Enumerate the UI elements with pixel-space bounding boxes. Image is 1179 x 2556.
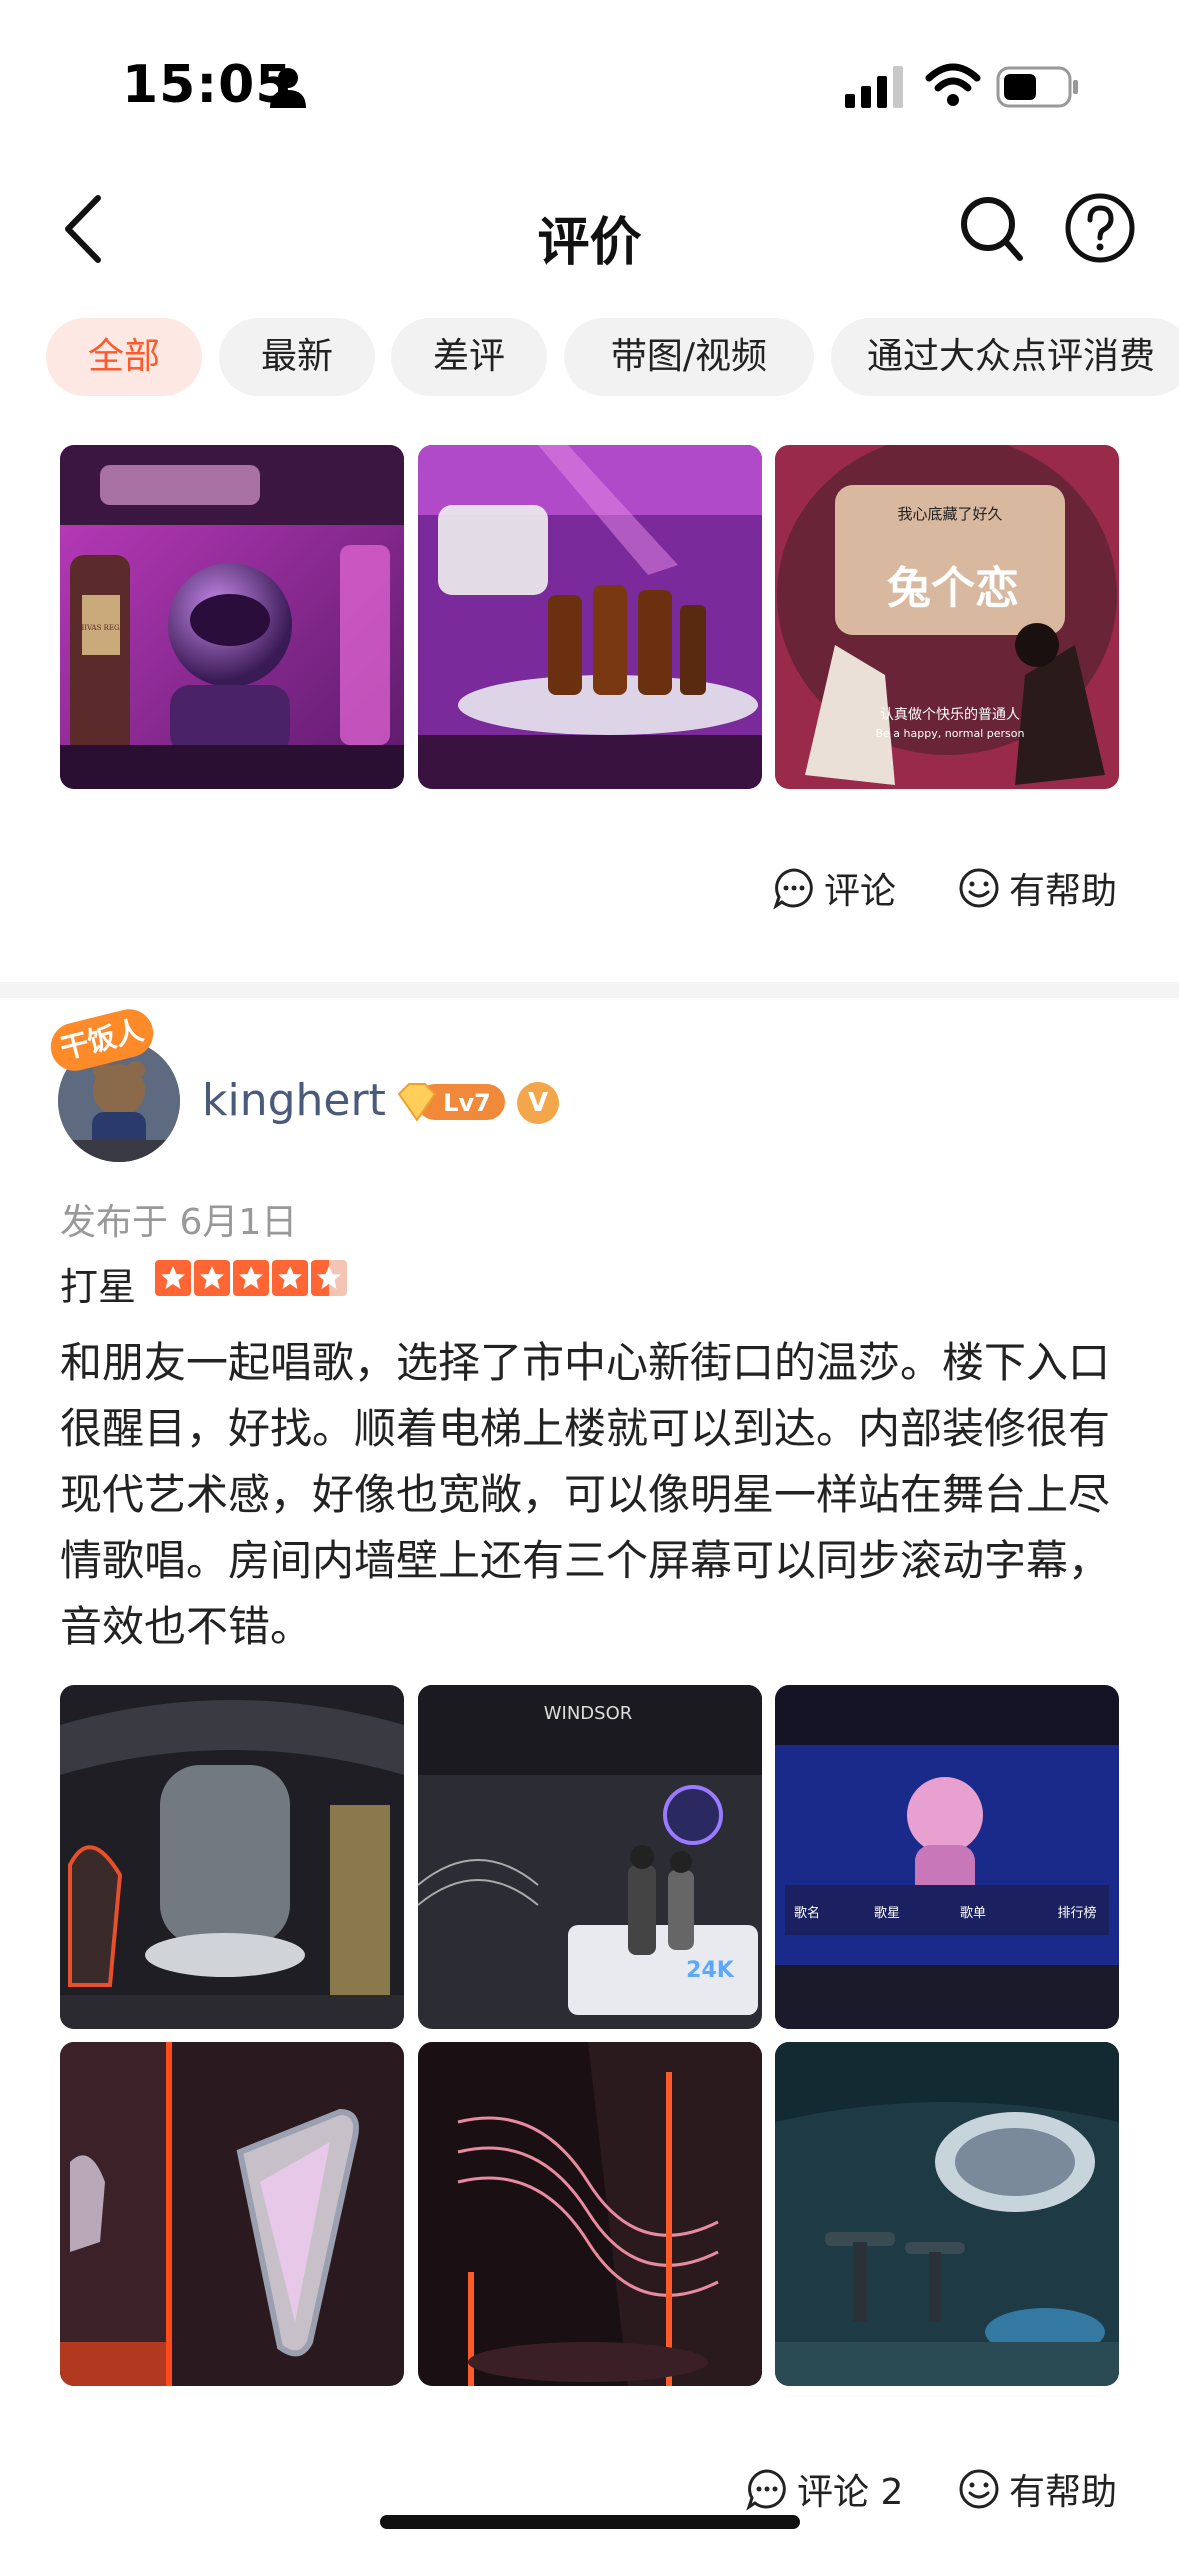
review-photo[interactable]: 歌名 歌星 歌单 排行榜 [775,1685,1119,2029]
star-icon [233,1260,269,1296]
venue-brand: WINDSOR [544,1703,633,1724]
filter-chip-negative[interactable]: 差评 [391,318,547,396]
verified-badge: V [517,1082,559,1124]
ktv-menu-item-songs: 歌名 [794,1905,820,1921]
bottle-label: CHIVAS REGAL [73,624,130,632]
helpful-button[interactable]: 有帮助 [957,2463,1117,2515]
star-icon [155,1260,191,1296]
comment-button[interactable]: 评论 2 [745,2463,903,2515]
ktv-menu-item-playlist: 歌单 [960,1906,986,1921]
home-indicator[interactable] [380,2515,800,2529]
level-text: Lv7 [443,1089,491,1117]
review-date: 发布于 6月1日 [60,1202,298,1243]
section-divider [0,982,1179,998]
comment-bubble-icon [773,868,813,910]
battery-icon [996,66,1078,108]
filter-chip-via-dianping[interactable]: 通过大众点评消费 [831,318,1179,396]
star-icon [194,1260,230,1296]
half-star-icon [311,1260,347,1296]
filter-chip-all[interactable]: 全部 [46,318,202,396]
review-photo[interactable]: CHIVAS REGAL [60,445,404,789]
video-subtitle-en: Be a happy, normal person [876,727,1025,740]
nav-bar: 评价 [0,170,1179,290]
wifi-icon [925,63,981,106]
helpful-button[interactable]: 有帮助 [957,862,1117,914]
video-song-title: 兔个恋 [887,563,1019,614]
review-photo[interactable] [418,445,762,789]
status-time: 15:05 [122,55,293,115]
star-rating [155,1260,347,1296]
search-icon[interactable] [958,192,1026,264]
filter-chip-photo-video[interactable]: 带图/视频 [564,318,814,396]
comment-label: 评论 2 [797,2472,904,2513]
comment-bubble-icon [746,2469,786,2511]
helpful-label: 有帮助 [1009,871,1118,912]
person-icon [270,68,306,108]
comment-label: 评论 [824,871,897,912]
comment-button[interactable]: 评论 [772,862,896,914]
ktv-menu-item-singers: 歌星 [874,1906,900,1921]
smiley-icon [959,868,999,908]
username[interactable]: kinghert [202,1075,386,1126]
ktv-menu-item-charts: 排行榜 [1057,1905,1096,1921]
filter-chip-latest[interactable]: 最新 [219,318,375,396]
filter-chips: 全部 最新 差评 带图/视频 通过大众点评消费 [0,318,1179,398]
helpful-label: 有帮助 [1009,2472,1118,2513]
rating-label: 打星 [60,1265,137,1309]
cellular-signal-icon [845,66,903,108]
video-subtitle-cn: 认真做个快乐的普通人 [880,707,1020,723]
review-photo[interactable] [775,2042,1119,2386]
level-badge: Lv7 [397,1083,505,1122]
video-lyric-line: 我心底藏了好久 [897,505,1002,523]
review-photo[interactable]: 我心底藏了好久 兔个恋 认真做个快乐的普通人 Be a happy, norma… [775,445,1119,789]
review-photo[interactable] [418,2042,762,2386]
smiley-icon [959,2469,999,2509]
help-icon[interactable] [1064,192,1136,264]
review-photo[interactable]: WINDSOR 24K [418,1685,762,2029]
status-bar: 15:05 [0,0,1179,150]
venue-logo: 24K [686,1958,735,1983]
review-photo[interactable] [60,2042,404,2386]
star-icon [272,1260,308,1296]
review-text: 和朋友一起唱歌，选择了市中心新街口的温莎。楼下入口很醒目，好找。顺着电梯上楼就可… [60,1338,1111,1651]
review-photo[interactable] [60,1685,404,2029]
